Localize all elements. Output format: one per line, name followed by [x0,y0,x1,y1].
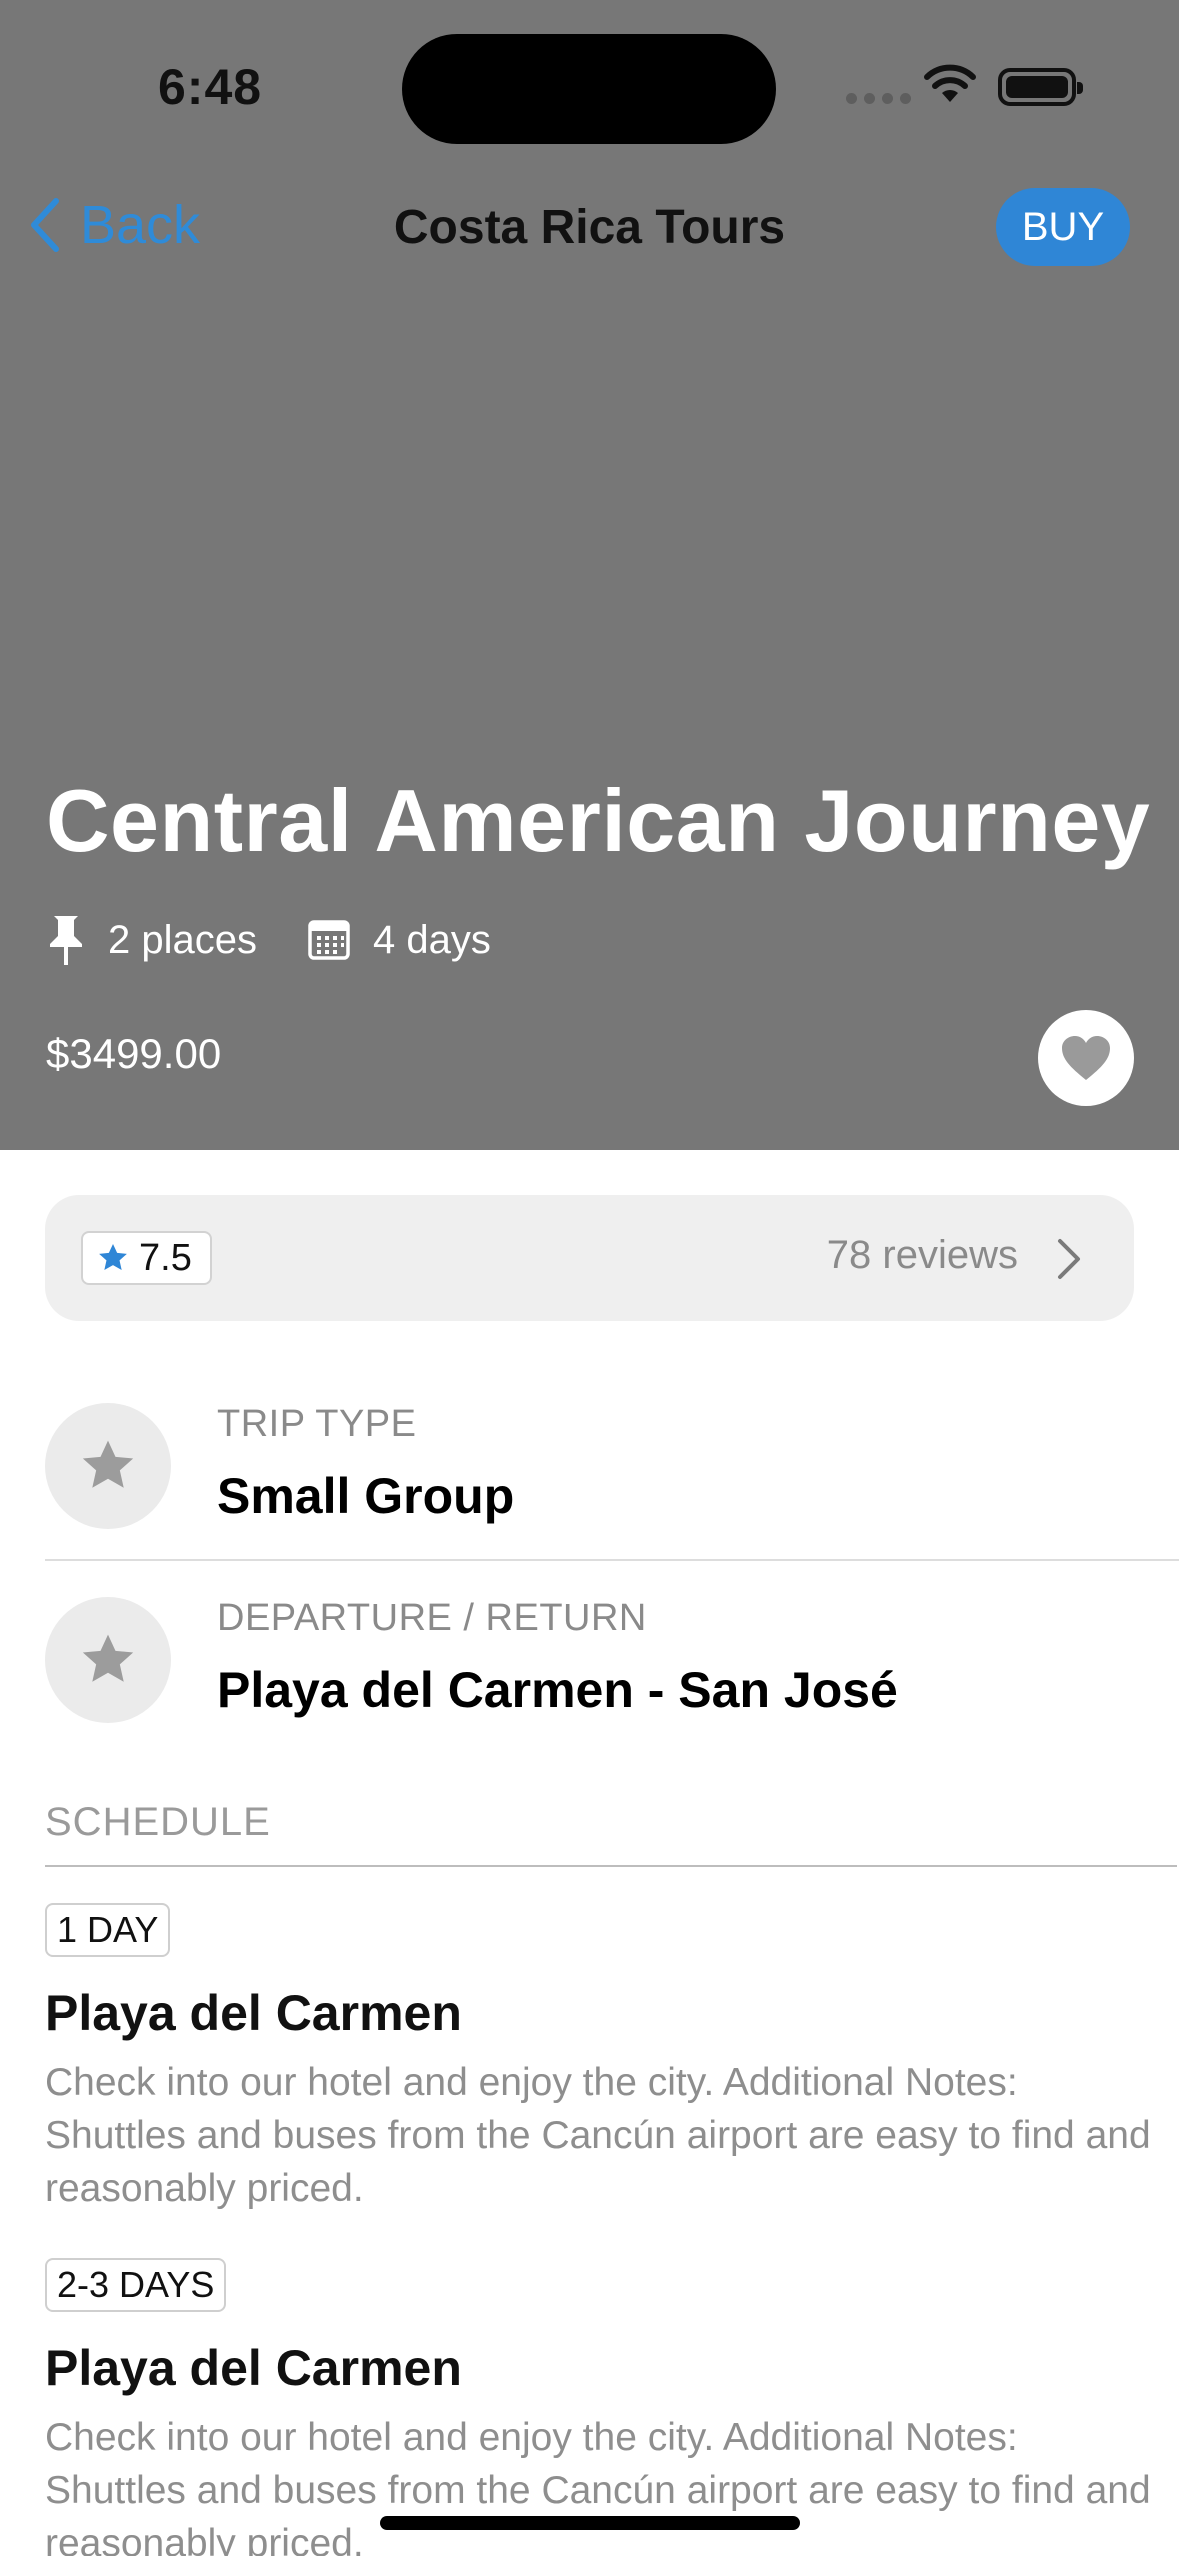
schedule-item-title: Playa del Carmen [45,1985,462,2041]
trip-title: Central American Journey [46,771,1151,870]
trip-price: $3499.00 [46,1030,222,1077]
buy-button[interactable]: BUY [996,188,1130,266]
schedule-divider [45,1865,1177,1867]
schedule-day-tag: 2-3 DAYS [45,2258,227,2312]
rating-badge: 7.5 [81,1231,212,1285]
departure-icon-badge [45,1597,171,1723]
schedule-day-tag: 1 DAY [45,1903,171,1957]
star-icon [82,1634,134,1682]
star-icon [82,1440,134,1488]
places-info: 2 places [46,912,257,968]
departure-return-label: DEPARTURE / RETURN [217,1597,647,1639]
days-info: 4 days [307,918,491,963]
departure-return-row: DEPARTURE / RETURN Playa del Carmen - Sa… [45,1597,1179,1723]
schedule-item-description: Check into our hotel and enjoy the city.… [45,2416,1151,2556]
chevron-right-icon [1058,1239,1080,1279]
trip-type-icon-badge [45,1403,171,1529]
reviews-count: 78 reviews [826,1233,1018,1277]
dynamic-island [402,34,776,144]
wifi-icon [924,64,976,102]
calendar-icon [308,920,350,960]
status-time: 6:48 [158,59,263,115]
trip-type-value: Small Group [217,1468,515,1524]
departure-return-value: Playa del Carmen - San José [217,1662,898,1718]
schedule-heading: SCHEDULE [45,1800,271,1844]
reviews-card[interactable]: 7.5 78 reviews [45,1195,1134,1321]
trip-type-row: TRIP TYPE Small Group [45,1403,1179,1529]
schedule-item-title: Playa del Carmen [45,2340,462,2396]
schedule-item-description: Check into our hotel and enjoy the city.… [45,2061,1151,2210]
row-divider [45,1559,1179,1561]
battery-icon [998,68,1083,106]
trip-meta: 2 places 4 days [46,912,491,968]
days-label: 4 days [372,917,491,962]
heart-icon [1062,1036,1110,1080]
star-icon [99,1244,127,1270]
places-label: 2 places [108,917,257,962]
home-indicator[interactable] [380,2516,800,2530]
trip-type-label: TRIP TYPE [217,1403,417,1445]
favorite-button[interactable] [1038,1010,1134,1106]
rating-value: 7.5 [139,1236,192,1279]
signal-icon [846,93,911,104]
hero-image [0,0,1179,1150]
pin-icon [50,916,82,965]
